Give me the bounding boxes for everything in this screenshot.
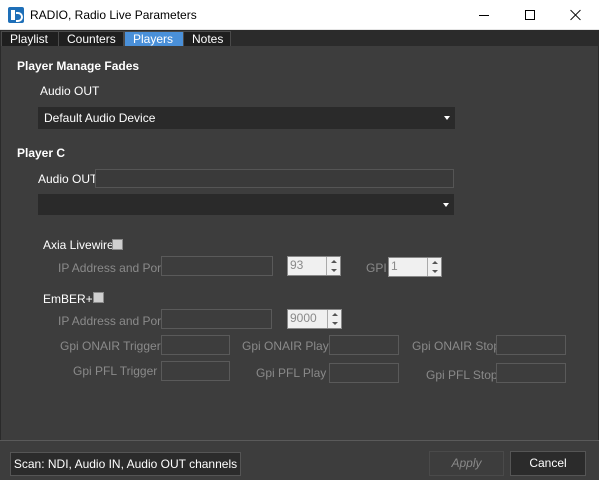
players-panel: Player Manage Fades Audio OUT Default Au… bbox=[0, 46, 599, 440]
minimize-icon bbox=[479, 14, 489, 16]
axia-livewire-checkbox[interactable] bbox=[112, 239, 123, 250]
tab-counters[interactable]: Counters bbox=[58, 31, 124, 46]
maximize-icon bbox=[525, 10, 535, 20]
scan-button[interactable]: Scan: NDI, Audio IN, Audio OUT channels bbox=[10, 452, 241, 476]
spin-down-icon bbox=[332, 322, 338, 325]
axia-ip-label: IP Address and Port bbox=[58, 261, 165, 275]
window-title: RADIO, Radio Live Parameters bbox=[30, 8, 197, 22]
gpi-onair-stop-label: Gpi ONAIR Stop bbox=[412, 339, 501, 353]
cancel-button[interactable]: Cancel bbox=[510, 451, 586, 476]
gpi-onair-trigger-field[interactable] bbox=[161, 335, 230, 355]
spin-down-icon bbox=[432, 270, 438, 273]
tab-players[interactable]: Players bbox=[124, 31, 184, 46]
spin-up-icon bbox=[331, 260, 337, 263]
gpi-pfl-stop-label: Gpi PFL Stop bbox=[426, 368, 498, 382]
chevron-down-icon bbox=[443, 203, 449, 207]
spin-up-icon bbox=[432, 261, 438, 264]
ember-label: EmBER+ bbox=[43, 292, 93, 306]
tab-playlist[interactable]: Playlist bbox=[1, 31, 59, 46]
axia-port-value: 93 bbox=[290, 258, 304, 272]
ember-port-spin-buttons[interactable] bbox=[327, 310, 341, 328]
ember-ip-field[interactable] bbox=[161, 309, 272, 329]
audio-device-value: Default Audio Device bbox=[44, 111, 156, 125]
axia-port-spin-buttons[interactable] bbox=[326, 257, 340, 275]
maximize-button[interactable] bbox=[507, 0, 553, 30]
gpi-pfl-stop-field[interactable] bbox=[496, 363, 566, 383]
close-button[interactable] bbox=[553, 0, 599, 30]
apply-button[interactable]: Apply bbox=[429, 451, 504, 476]
ember-ip-label: IP Address and Port bbox=[58, 314, 165, 328]
manage-fades-title: Player Manage Fades bbox=[17, 59, 140, 73]
player-c-audio-out-field[interactable] bbox=[95, 169, 454, 188]
ember-port-value: 9000 bbox=[290, 311, 317, 325]
spin-down-icon bbox=[331, 269, 337, 272]
minimize-button[interactable] bbox=[461, 0, 507, 30]
tab-notes[interactable]: Notes bbox=[183, 31, 231, 46]
player-c-title: Player C bbox=[17, 146, 66, 160]
manage-fades-audio-device-select[interactable]: Default Audio Device bbox=[38, 107, 455, 129]
gpi-onair-trigger-label: Gpi ONAIR Trigger bbox=[60, 339, 161, 353]
gpi-pfl-play-label: Gpi PFL Play bbox=[256, 366, 327, 380]
gpi-onair-stop-field[interactable] bbox=[496, 335, 566, 355]
tab-strip: Playlist Counters Players Notes bbox=[0, 30, 599, 46]
player-c-audio-out-select[interactable] bbox=[38, 194, 454, 215]
ember-port-stepper[interactable]: 9000 bbox=[287, 309, 342, 329]
player-c-audio-out-label: Audio OUT bbox=[38, 172, 98, 186]
axia-livewire-label: Axia Livewire bbox=[43, 238, 114, 252]
axia-ip-field[interactable] bbox=[161, 256, 273, 276]
gpi-pfl-trigger-label: Gpi PFL Trigger bbox=[73, 364, 158, 378]
gpi-pfl-trigger-field[interactable] bbox=[161, 361, 230, 381]
radio-app-icon bbox=[8, 7, 24, 23]
spin-up-icon bbox=[332, 313, 338, 316]
title-bar: RADIO, Radio Live Parameters bbox=[0, 0, 599, 30]
axia-port-stepper[interactable]: 93 bbox=[287, 256, 341, 276]
manage-fades-audio-out-label: Audio OUT bbox=[40, 84, 100, 98]
close-icon bbox=[570, 9, 582, 21]
footer-bar: Scan: NDI, Audio IN, Audio OUT channels … bbox=[0, 440, 599, 480]
axia-gpi-value: 1 bbox=[391, 259, 398, 273]
gpi-onair-play-field[interactable] bbox=[329, 335, 399, 355]
gpi-onair-play-label: Gpi ONAIR Play bbox=[242, 339, 329, 353]
chevron-down-icon bbox=[444, 116, 450, 120]
ember-checkbox[interactable] bbox=[93, 292, 104, 303]
axia-gpi-spin-buttons[interactable] bbox=[427, 258, 441, 276]
gpi-pfl-play-field[interactable] bbox=[329, 363, 399, 383]
axia-gpi-stepper[interactable]: 1 bbox=[388, 257, 442, 277]
axia-gpi-label: GPI bbox=[366, 261, 387, 275]
